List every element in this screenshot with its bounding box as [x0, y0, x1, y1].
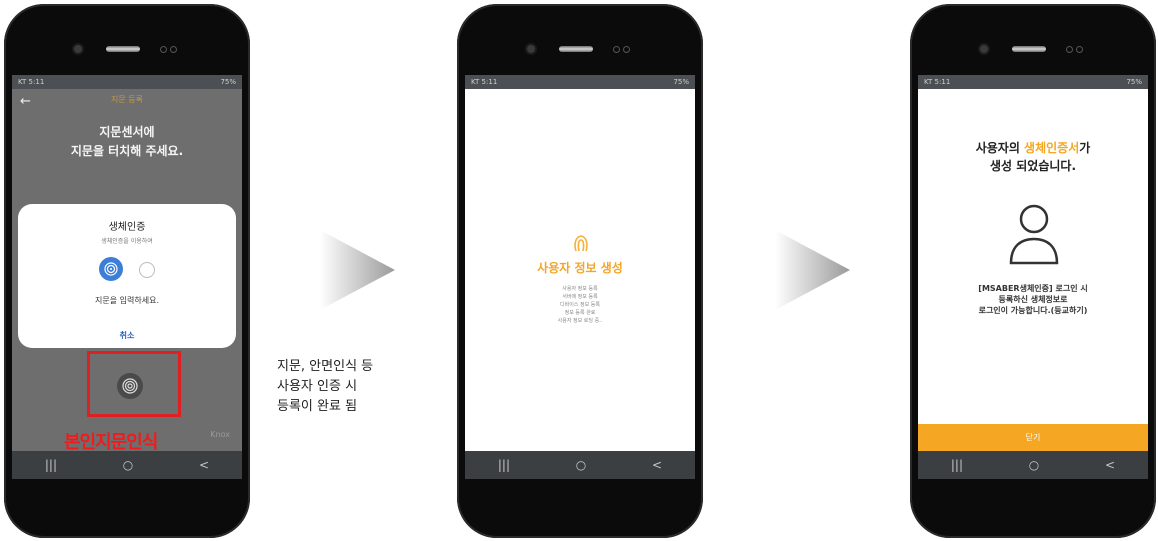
dialog-prompt: 지문을 입력하세요. — [95, 296, 159, 305]
close-button[interactable]: 닫기 — [918, 424, 1148, 451]
completion-line-2: 생성 되었습니다. — [989, 159, 1077, 173]
home-button[interactable]: ○ — [1029, 458, 1039, 472]
screen-fingerprint-register: KT 5:11 75% ← 지문 등록 지문센서에 지문을 터치해 주세요. 생… — [12, 75, 242, 479]
fingerprint-sensor-icon[interactable] — [117, 373, 143, 399]
home-button[interactable]: ○ — [123, 458, 133, 472]
recent-apps-button[interactable]: ||| — [45, 458, 57, 472]
msg-highlight: 생체인증서 — [1024, 141, 1080, 155]
dialog-title: 생체인증 — [108, 222, 146, 233]
instruction-line-2: 지문을 터치해 주세요. — [70, 144, 184, 158]
info-line-2: 등록하신 생체정보로 — [998, 295, 1068, 304]
phone-3: KT 5:11 75% 사용자의 생체인증서가 생성 되었습니다. [MSABE… — [910, 4, 1156, 538]
phone-top — [4, 34, 250, 64]
loading-step: 서버에 정보 등록 — [562, 294, 598, 300]
face-option-icon[interactable] — [139, 262, 155, 278]
completion-line-1: 사용자의 생체인증서가 — [918, 139, 1148, 157]
arrow-right-icon — [775, 230, 850, 310]
screen-certificate-created: KT 5:11 75% 사용자의 생체인증서가 생성 되었습니다. [MSABE… — [918, 75, 1148, 479]
phone-2: KT 5:11 75% 사용자 정보 생성 사용자 정보 등록 서버에 정보 등… — [457, 4, 703, 538]
recent-apps-button[interactable]: ||| — [498, 458, 510, 472]
status-battery: 75% — [1126, 78, 1142, 86]
biometric-options — [18, 257, 236, 281]
phone-top — [457, 34, 703, 64]
knox-logo: Knox — [210, 430, 230, 439]
loading-page: 사용자 정보 생성 사용자 정보 등록 서버에 정보 등록 디바이스 정보 등록… — [465, 89, 695, 451]
front-camera — [74, 45, 82, 53]
status-carrier-time: KT 5:11 — [471, 78, 498, 86]
nav-bar: ||| ○ < — [465, 451, 695, 479]
status-carrier-time: KT 5:11 — [924, 78, 951, 86]
status-bar: KT 5:11 75% — [12, 75, 242, 89]
speaker-grill — [559, 46, 593, 52]
cancel-button[interactable]: 취소 — [18, 330, 236, 341]
nav-bar: ||| ○ < — [918, 451, 1148, 479]
caption-text: 지문, 안면인식 등 사용자 인증 시 등록이 완료 됨 — [277, 357, 373, 417]
back-button[interactable]: < — [199, 458, 209, 472]
phone-1: KT 5:11 75% ← 지문 등록 지문센서에 지문을 터치해 주세요. 생… — [4, 4, 250, 538]
loading-step: 디바이스 정보 등록 — [560, 302, 600, 308]
sensor — [160, 46, 167, 53]
status-battery: 75% — [673, 78, 689, 86]
arrow-right-icon — [320, 230, 395, 310]
page-title: 지문 등록 — [111, 95, 143, 104]
app-header: ← 지문 등록 — [12, 89, 242, 113]
caption-line-1: 지문, 안면인식 등 — [277, 359, 374, 374]
back-button[interactable]: < — [652, 458, 662, 472]
biometric-dialog: 생체인증 생체인증을 이용하여 지문을 입력하세요. 취소 — [18, 204, 236, 348]
status-carrier-time: KT 5:11 — [18, 78, 45, 86]
front-camera — [527, 45, 535, 53]
status-bar: KT 5:11 75% — [465, 75, 695, 89]
screen-user-info-create: KT 5:11 75% 사용자 정보 생성 사용자 정보 등록 서버에 정보 등… — [465, 75, 695, 479]
sensor — [613, 46, 620, 53]
instruction-line-1: 지문센서에 — [99, 125, 155, 139]
fingerprint-option-icon[interactable] — [99, 257, 123, 281]
complete-page: 사용자의 생체인증서가 생성 되었습니다. [MSABER생체인증] 로그인 시… — [918, 89, 1148, 451]
sensor — [1076, 46, 1083, 53]
phone-top — [910, 34, 1156, 64]
sensor — [170, 46, 177, 53]
loading-title: 사용자 정보 생성 — [537, 261, 623, 275]
completion-message: 사용자의 생체인증서가 생성 되었습니다. — [918, 139, 1148, 175]
fingerprint-page: ← 지문 등록 지문센서에 지문을 터치해 주세요. 생체인증 생체인증을 이용… — [12, 89, 242, 453]
status-bar: KT 5:11 75% — [918, 75, 1148, 89]
speaker-grill — [1012, 46, 1046, 52]
home-button[interactable]: ○ — [576, 458, 586, 472]
speaker-grill — [106, 46, 140, 52]
caption-line-3: 등록이 완료 됨 — [277, 399, 358, 414]
loading-step: 사용자 정보 등록 — [562, 286, 598, 292]
msg-text: 사용자의 — [975, 141, 1025, 155]
loading-steps: 사용자 정보 등록 서버에 정보 등록 디바이스 정보 등록 정보 등록 완료 … — [465, 285, 695, 325]
sensor — [1066, 46, 1073, 53]
user-icon — [1009, 204, 1059, 265]
status-battery: 75% — [220, 78, 236, 86]
loading-step: 사용자 정보 로딩 중.. — [557, 318, 603, 324]
back-button[interactable]: < — [1105, 458, 1115, 472]
fingerprint-icon — [573, 233, 589, 258]
info-line-1: [MSABER생체인증] 로그인 시 — [978, 284, 1088, 293]
login-info: [MSABER생체인증] 로그인 시 등록하신 생체정보로 로그인이 가능합니다… — [918, 283, 1148, 316]
instruction-heading: 지문센서에 지문을 터치해 주세요. — [12, 123, 242, 161]
recent-apps-button[interactable]: ||| — [951, 458, 963, 472]
sensor — [623, 46, 630, 53]
msg-text: 가 — [1079, 141, 1091, 155]
dialog-subtitle: 생체인증을 이용하여 — [101, 238, 153, 245]
nav-bar: ||| ○ < — [12, 451, 242, 479]
front-camera — [980, 45, 988, 53]
loading-step: 정보 등록 완료 — [564, 310, 596, 316]
info-line-3: 로그인이 가능합니다.(등교하기) — [978, 306, 1088, 315]
caption-line-2: 사용자 인증 시 — [277, 379, 358, 394]
